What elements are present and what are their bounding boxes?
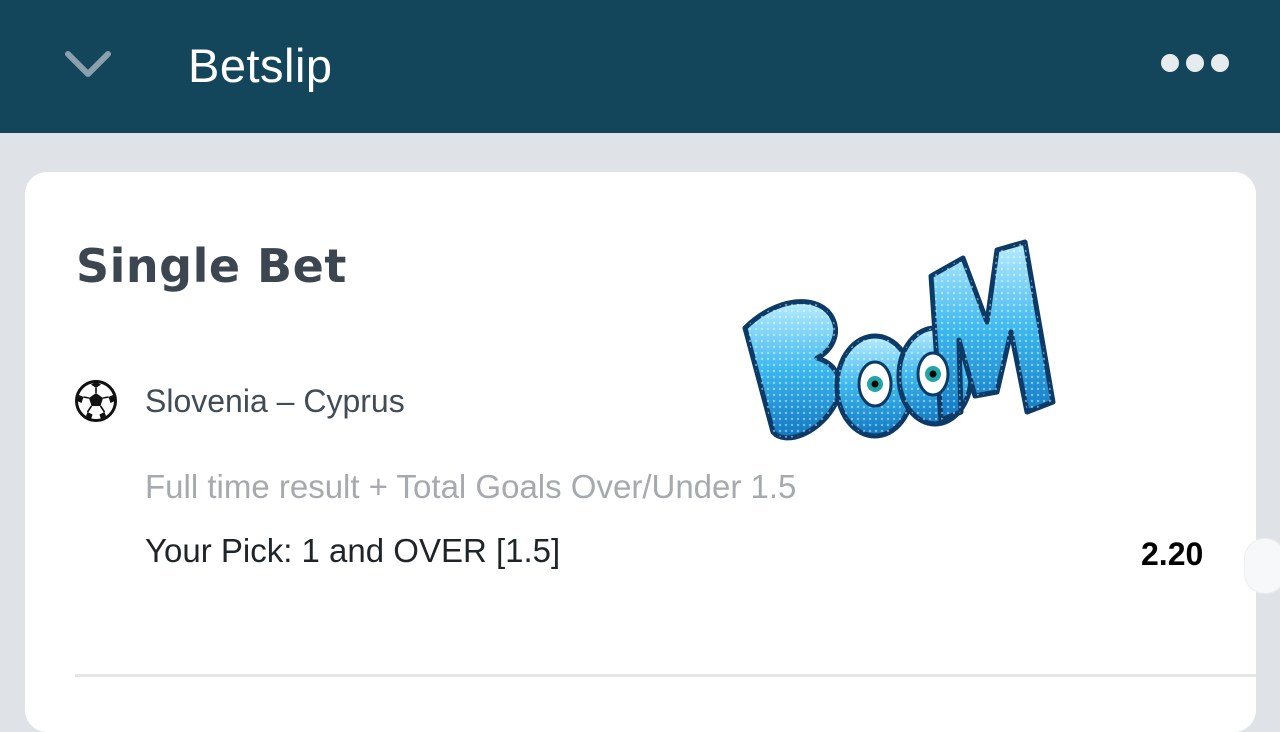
more-dots-icon[interactable]	[1158, 50, 1232, 76]
your-pick: Your Pick: 1 and OVER [1.5]	[145, 532, 561, 569]
odds-value: 2.20	[1141, 536, 1204, 572]
top-app-bar: Betslip	[0, 0, 1280, 133]
divider	[75, 674, 1256, 677]
chevron-down-icon[interactable]	[62, 44, 114, 84]
market-description: Full time result + Total Goals Over/Unde…	[145, 468, 797, 505]
soccer-ball-icon	[75, 380, 117, 422]
side-handle[interactable]	[1244, 538, 1280, 594]
bet-card: Single Bet Slovenia – Cyprus Full time r…	[25, 172, 1256, 732]
bet-type-heading: Single Bet	[76, 239, 347, 293]
boom-sticker	[742, 239, 1056, 441]
page-title: Betslip	[188, 39, 333, 92]
match-name: Slovenia – Cyprus	[145, 383, 405, 419]
